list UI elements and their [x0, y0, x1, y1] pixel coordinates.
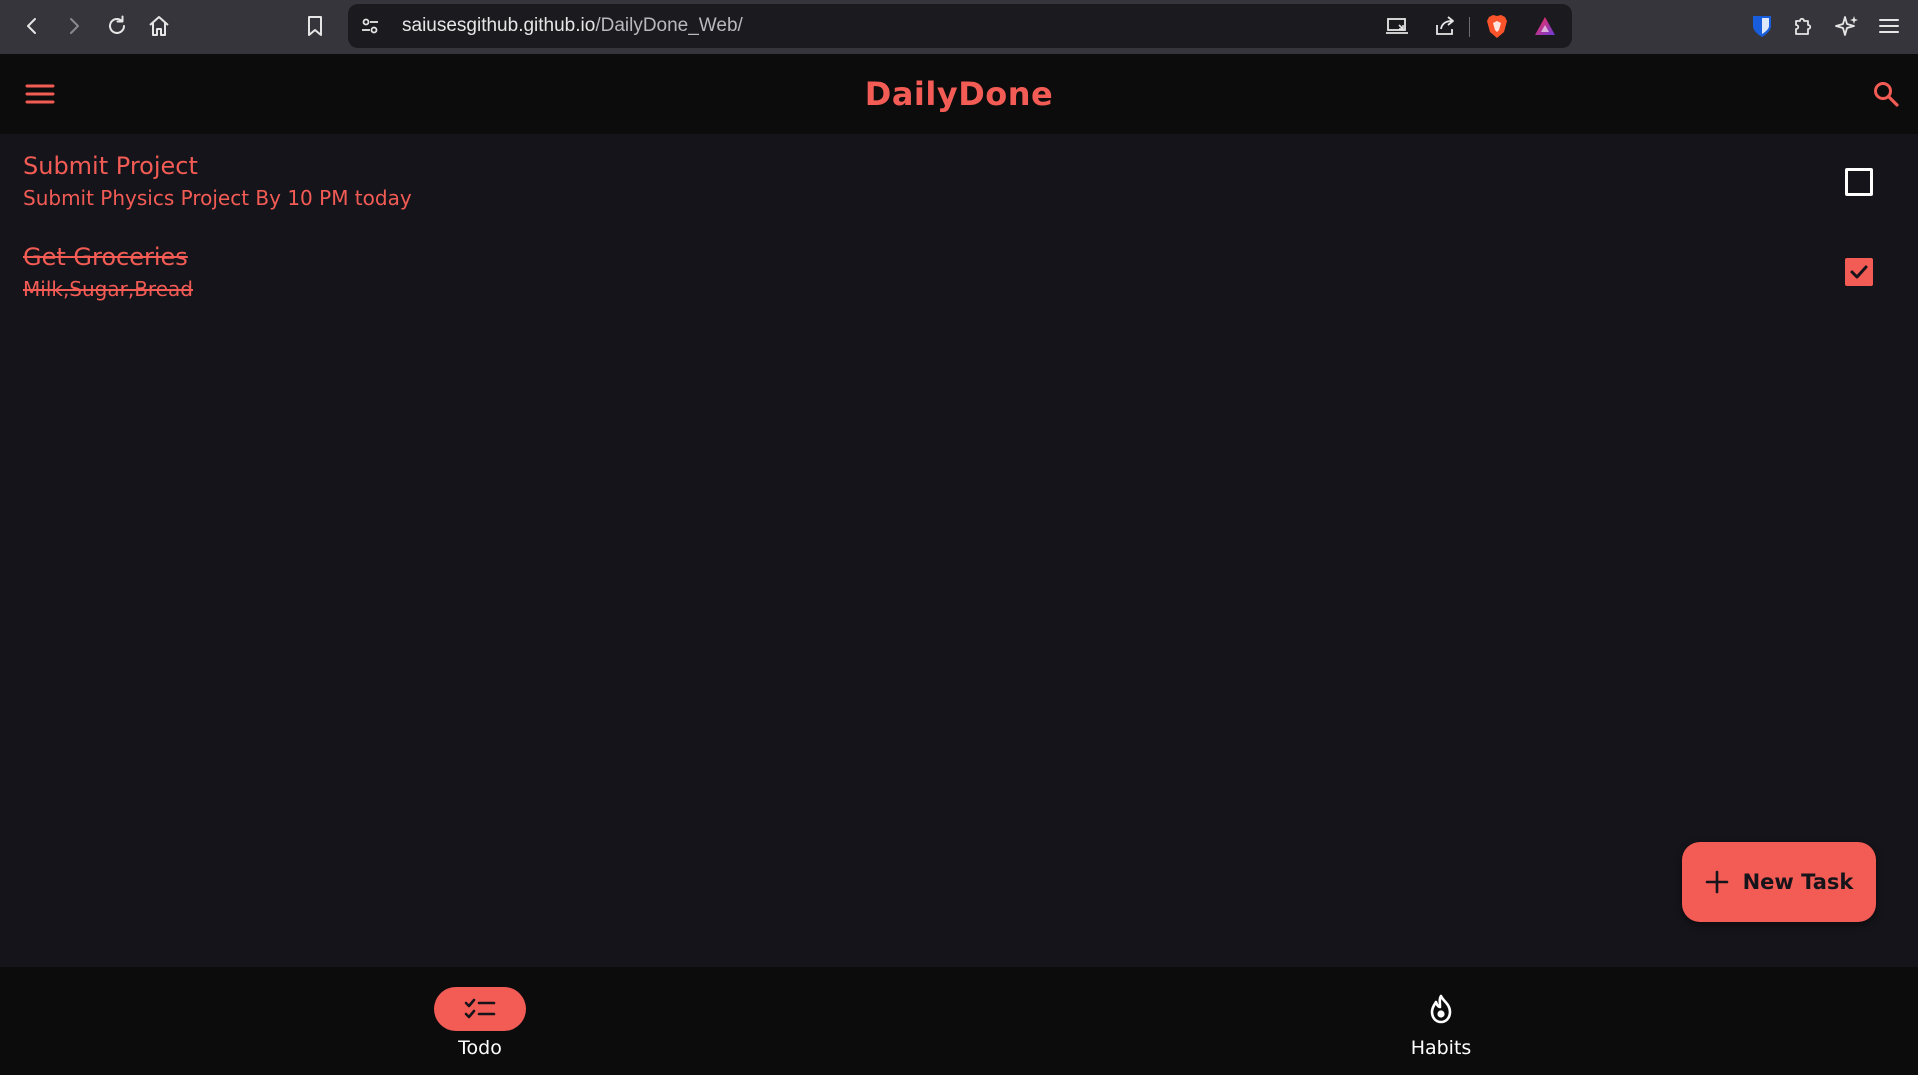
search-icon[interactable]: [1868, 76, 1904, 112]
app-title: DailyDone: [864, 75, 1054, 113]
home-icon[interactable]: [144, 11, 174, 41]
task-description: Submit Physics Project By 10 PM today: [23, 186, 412, 210]
brave-shield-icon[interactable]: [1483, 12, 1511, 40]
task-checkbox[interactable]: [1845, 168, 1873, 196]
browser-toolbar: saiusesgithub.github.io/DailyDone_Web/: [0, 0, 1918, 54]
checkmark-icon: [1850, 265, 1868, 279]
share-icon[interactable]: [1432, 14, 1458, 38]
flame-icon: [1430, 994, 1452, 1024]
new-task-label: New Task: [1742, 870, 1854, 894]
cast-icon[interactable]: [1384, 14, 1410, 38]
nav-indicator: [1395, 987, 1487, 1031]
reload-icon[interactable]: [102, 11, 132, 41]
app-header: DailyDone: [0, 54, 1918, 134]
rewards-triangle-icon[interactable]: [1531, 12, 1559, 40]
address-divider: [1469, 17, 1470, 37]
site-settings-icon[interactable]: [358, 14, 382, 38]
task-item[interactable]: Get Groceries Milk,Sugar,Bread: [0, 239, 1918, 319]
url-path: /DailyDone_Web/: [595, 15, 743, 36]
back-icon[interactable]: [18, 12, 46, 40]
forward-icon[interactable]: [60, 12, 88, 40]
task-item[interactable]: Submit Project Submit Physics Project By…: [0, 148, 1918, 228]
task-title: Submit Project: [23, 152, 198, 180]
task-description: Milk,Sugar,Bread: [23, 277, 193, 301]
nav-label-habits: Habits: [1410, 1037, 1472, 1059]
extensions-puzzle-icon[interactable]: [1788, 11, 1818, 41]
browser-menu-icon[interactable]: [1874, 11, 1904, 41]
bitwarden-icon[interactable]: [1748, 12, 1776, 40]
address-bar[interactable]: saiusesgithub.github.io/DailyDone_Web/: [348, 4, 1572, 48]
bottom-navigation: Todo Habits: [0, 967, 1918, 1075]
url-text: saiusesgithub.github.io/DailyDone_Web/: [402, 4, 743, 48]
task-checkbox-checked[interactable]: [1845, 258, 1873, 286]
new-task-button[interactable]: New Task: [1682, 842, 1876, 922]
url-host: saiusesgithub.github.io: [402, 15, 596, 36]
nav-label-todo: Todo: [458, 1037, 502, 1059]
task-title: Get Groceries: [23, 243, 188, 271]
checklist-icon: [464, 998, 496, 1019]
nav-indicator: [434, 987, 526, 1031]
nav-item-todo[interactable]: Todo: [380, 967, 580, 1075]
plus-icon: [1705, 870, 1728, 894]
nav-item-habits[interactable]: Habits: [1341, 967, 1541, 1075]
leo-ai-sparkle-icon[interactable]: [1832, 11, 1862, 41]
bookmark-icon[interactable]: [300, 11, 330, 41]
